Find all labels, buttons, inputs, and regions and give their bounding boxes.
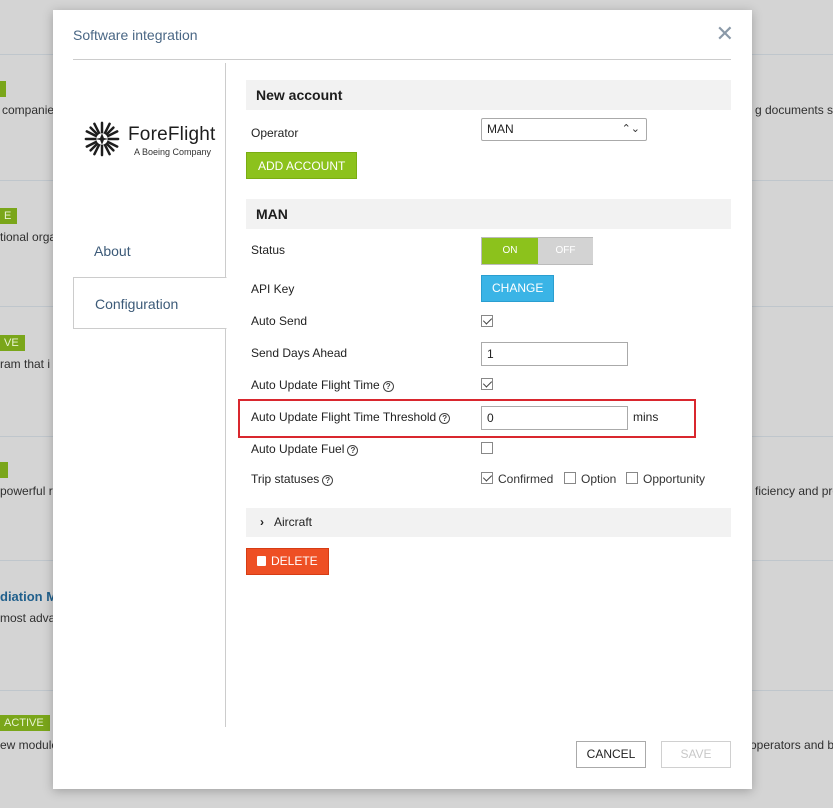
auto-send-checkbox[interactable] — [481, 315, 493, 327]
trash-icon — [257, 556, 266, 566]
background-badge: ACTIVE — [0, 715, 50, 731]
aircraft-label: Aircraft — [274, 515, 313, 529]
operator-label: Operator — [251, 126, 299, 140]
threshold-input[interactable]: 0 — [481, 406, 628, 430]
status-toggle[interactable]: ON OFF — [481, 237, 593, 265]
api-key-label: API Key — [251, 282, 295, 296]
help-icon[interactable]: ? — [347, 445, 359, 456]
background-badge — [0, 462, 8, 478]
tab-configuration[interactable]: Configuration — [73, 277, 227, 329]
change-api-key-button[interactable]: CHANGE — [481, 275, 555, 302]
auto-update-fuel-checkbox[interactable] — [481, 442, 493, 454]
background-text: operators and b — [750, 738, 833, 752]
send-days-ahead-input[interactable]: 1 — [481, 342, 628, 366]
background-badge: VE — [0, 335, 25, 351]
account-heading: MAN — [246, 199, 731, 229]
status-label: Status — [251, 243, 286, 257]
background-badge — [0, 81, 6, 97]
foreflight-logo: ForeFlight A Boeing Company — [83, 120, 223, 162]
delete-button[interactable]: DELETE — [246, 548, 329, 575]
status-on-option[interactable]: ON — [482, 238, 538, 264]
new-account-heading: New account — [246, 80, 731, 110]
trip-status-opportunity-checkbox[interactable] — [626, 472, 638, 484]
background-text: ram that i — [0, 357, 51, 371]
background-text: most adva — [0, 611, 56, 625]
background-text: g documents se — [755, 103, 833, 117]
threshold-unit: mins — [633, 410, 659, 424]
operator-select-value: MAN — [487, 122, 514, 136]
operator-select[interactable]: MAN ⌃⌄ — [481, 118, 647, 141]
save-button[interactable]: SAVE — [661, 741, 731, 768]
help-icon[interactable]: ? — [382, 381, 394, 392]
threshold-label: Auto Update Flight Time Threshold? — [251, 410, 451, 424]
background-text: powerful r — [0, 484, 53, 498]
background-badge: E — [0, 208, 18, 224]
trip-status-option-checkbox[interactable] — [564, 472, 576, 484]
integration-sidebar: ForeFlight A Boeing Company About Config… — [73, 63, 227, 727]
logo-subtitle: A Boeing Company — [134, 147, 212, 157]
tab-about[interactable]: About — [73, 225, 227, 277]
background-text: companie — [2, 103, 55, 117]
select-arrows-icon: ⌃⌄ — [621, 123, 640, 135]
auto-update-flight-time-checkbox[interactable] — [481, 378, 493, 390]
title-divider — [73, 59, 731, 60]
background-text: tional orga — [0, 230, 57, 244]
trip-status-option-label: Option — [581, 472, 617, 486]
auto-send-label: Auto Send — [251, 314, 308, 328]
send-days-ahead-label: Send Days Ahead — [251, 346, 348, 360]
trip-statuses-text: Trip statuses — [251, 472, 320, 486]
auto-update-fuel-label: Auto Update Fuel? — [251, 442, 359, 456]
cancel-button[interactable]: CANCEL — [576, 741, 646, 768]
background-text: ficiency and pro — [755, 484, 833, 498]
background-text: ew module — [0, 738, 59, 752]
foreflight-star-icon — [84, 121, 120, 157]
close-icon[interactable]: ✕ — [716, 23, 734, 45]
delete-label: DELETE — [271, 554, 318, 568]
chevron-right-icon: › — [260, 515, 264, 529]
trip-status-opportunity-label: Opportunity — [643, 472, 706, 486]
trip-statuses-label: Trip statuses? — [251, 472, 334, 486]
aircraft-accordion[interactable]: › Aircraft — [246, 508, 731, 537]
background-link[interactable]: diation M — [0, 589, 57, 604]
help-icon[interactable]: ? — [439, 413, 451, 424]
auto-update-fuel-text: Auto Update Fuel — [251, 442, 345, 456]
logo-name: ForeFlight — [128, 124, 216, 145]
auto-update-flight-time-text: Auto Update Flight Time — [251, 378, 380, 392]
auto-update-flight-time-label: Auto Update Flight Time? — [251, 378, 394, 392]
status-off-option[interactable]: OFF — [538, 238, 593, 264]
software-integration-dialog: Software integration ✕ ForeFlight A Boei… — [53, 10, 752, 789]
trip-status-confirmed-checkbox[interactable] — [481, 472, 493, 484]
trip-status-confirmed-label: Confirmed — [498, 472, 554, 486]
help-icon[interactable]: ? — [322, 475, 334, 486]
dialog-title: Software integration — [73, 27, 198, 43]
threshold-text: Auto Update Flight Time Threshold — [251, 410, 437, 424]
add-account-button[interactable]: ADD ACCOUNT — [246, 152, 358, 179]
